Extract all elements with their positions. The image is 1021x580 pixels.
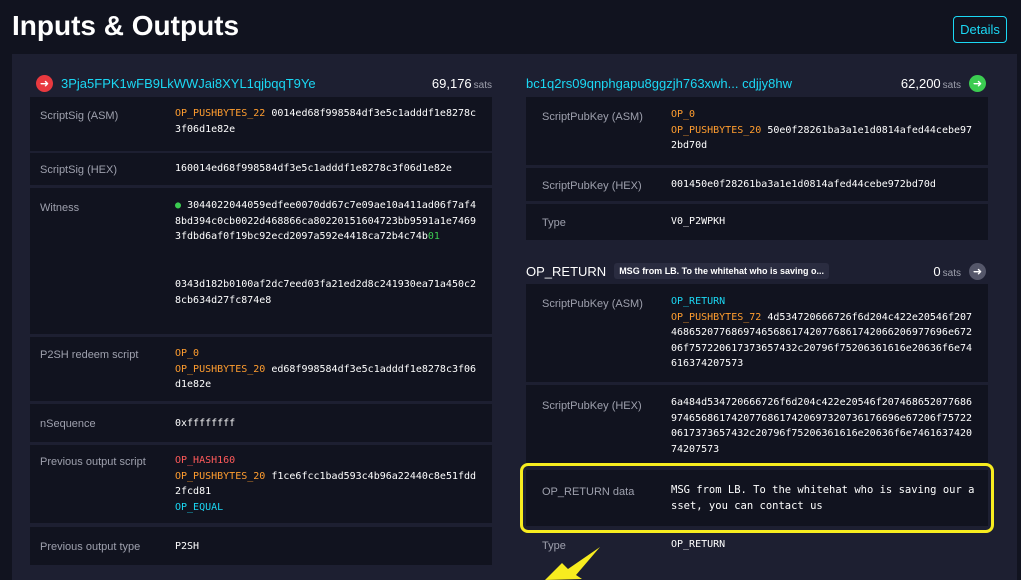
- prev-output-type-label: Previous output type: [40, 541, 141, 553]
- nsequence-label: nSequence: [40, 418, 96, 430]
- scriptsig-asm-row: ScriptSig (ASM) OP_PUSHBYTES_22 0014ed68…: [30, 97, 492, 151]
- p2sh-redeem-row: P2SH redeem script OP_0 OP_PUSHBYTES_20 e…: [30, 337, 492, 401]
- scriptsig-asm-label: ScriptSig (ASM): [40, 110, 119, 122]
- witness-label: Witness: [40, 202, 80, 214]
- input-amount: 69,176 sats: [431, 75, 492, 91]
- output2-header: OP_RETURN MSG from LB. To the whitehat w…: [526, 262, 986, 280]
- output2-spk-asm-value: OP_RETURN OP_PUSHBYTES_72 4d534720666726f…: [671, 296, 973, 369]
- scriptsig-hex-value: 160014ed68f998584df3e5c1adddf1e8278c3f06…: [175, 163, 452, 174]
- output1-amount: 62,200 sats: [900, 75, 961, 91]
- output1-spk-asm-value: OP_0 OP_PUSHBYTES_20 50e0f28261ba3a1e1d08…: [671, 109, 973, 151]
- prev-output-type-value: P2SH: [175, 541, 200, 552]
- arrow-left-icon[interactable]: ➜: [36, 74, 53, 92]
- output2-message-badge: MSG from LB. To the whitehat who is savi…: [614, 263, 830, 279]
- input-header: ➜ 3Pja5FPK1wFB9LkWWJai8XYL1qjbqqT9Ye 69,…: [36, 74, 492, 92]
- output2-spk-asm-label: ScriptPubKey (ASM): [542, 298, 643, 310]
- output2-spk-asm-row: ScriptPubKey (ASM) OP_RETURN OP_PUSHBYTES…: [526, 284, 988, 382]
- details-button[interactable]: Details: [953, 16, 1007, 43]
- output2-amount: 0 sats: [933, 263, 961, 279]
- pointer-arrow-icon: [545, 547, 600, 580]
- output1-type-value: V0_P2WPKH: [671, 216, 726, 227]
- output2-spk-hex-row: ScriptPubKey (HEX) 6a484d534720666726f6d…: [526, 385, 988, 465]
- output1-header: bc1q2rs09qnphgapu8ggzjh763xwh... cdjjy8h…: [526, 74, 986, 92]
- output1-spk-asm-label: ScriptPubKey (ASM): [542, 111, 643, 123]
- arrow-right-icon[interactable]: ➜: [969, 74, 986, 92]
- prev-output-type-row: Previous output type P2SH: [30, 527, 492, 565]
- output2-type-value: OP_RETURN: [671, 539, 726, 550]
- prev-output-script-label: Previous output script: [40, 456, 146, 468]
- output1-spk-asm-row: ScriptPubKey (ASM) OP_0 OP_PUSHBYTES_20 5…: [526, 97, 988, 165]
- prev-output-script-value: OP_HASH160 OP_PUSHBYTES_20 f1ce6fcc1bad59…: [175, 455, 477, 513]
- output1-spk-hex-value: 001450e0f28261ba3a1e1d0814afed44cebe972b…: [671, 179, 936, 190]
- output1-type-row: Type V0_P2WPKH: [526, 204, 988, 240]
- output2-spk-hex-label: ScriptPubKey (HEX): [542, 400, 642, 412]
- output2-spk-hex-value: 6a484d534720666726f6d204c422e20546f20746…: [671, 397, 973, 455]
- p2sh-redeem-label: P2SH redeem script: [40, 349, 139, 361]
- output1-spk-hex-label: ScriptPubKey (HEX): [542, 180, 642, 192]
- prev-output-script-row: Previous output script OP_HASH160 OP_PUSH…: [30, 445, 492, 523]
- scriptsig-hex-label: ScriptSig (HEX): [40, 164, 118, 176]
- witness-value-2: 0343d182b0100af2dc7eed03fa21ed2d8c241930…: [175, 279, 477, 306]
- scriptsig-asm-value: OP_PUSHBYTES_22 0014ed68f998584df3e5c1ad…: [175, 108, 477, 135]
- key-icon: ●: [175, 200, 182, 211]
- output1-spk-hex-row: ScriptPubKey (HEX) 001450e0f28261ba3a1e1…: [526, 168, 988, 201]
- highlight-box: [520, 463, 994, 533]
- witness-value-1: ● 3044022044059edfee0070dd67c7e09ae10a41…: [175, 200, 477, 242]
- output1-address[interactable]: bc1q2rs09qnphgapu8ggzjh763xwh... cdjjy8h…: [526, 76, 792, 91]
- nsequence-row: nSequence 0xffffffff: [30, 404, 492, 442]
- arrow-right-icon[interactable]: ➜: [969, 262, 986, 280]
- output1-type-label: Type: [542, 217, 566, 229]
- witness-row: Witness ● 3044022044059edfee0070dd67c7e0…: [30, 188, 492, 334]
- p2sh-redeem-value: OP_0 OP_PUSHBYTES_20 ed68f998584df3e5c1ad…: [175, 348, 477, 390]
- page-title: Inputs & Outputs: [12, 10, 240, 41]
- nsequence-value: 0xffffffff: [175, 418, 236, 429]
- scriptsig-hex-row: ScriptSig (HEX) 160014ed68f998584df3e5c1…: [30, 153, 492, 185]
- output2-title: OP_RETURN: [526, 263, 607, 279]
- input-address[interactable]: 3Pja5FPK1wFB9LkWWJai8XYL1qjbqqT9Ye: [61, 76, 316, 91]
